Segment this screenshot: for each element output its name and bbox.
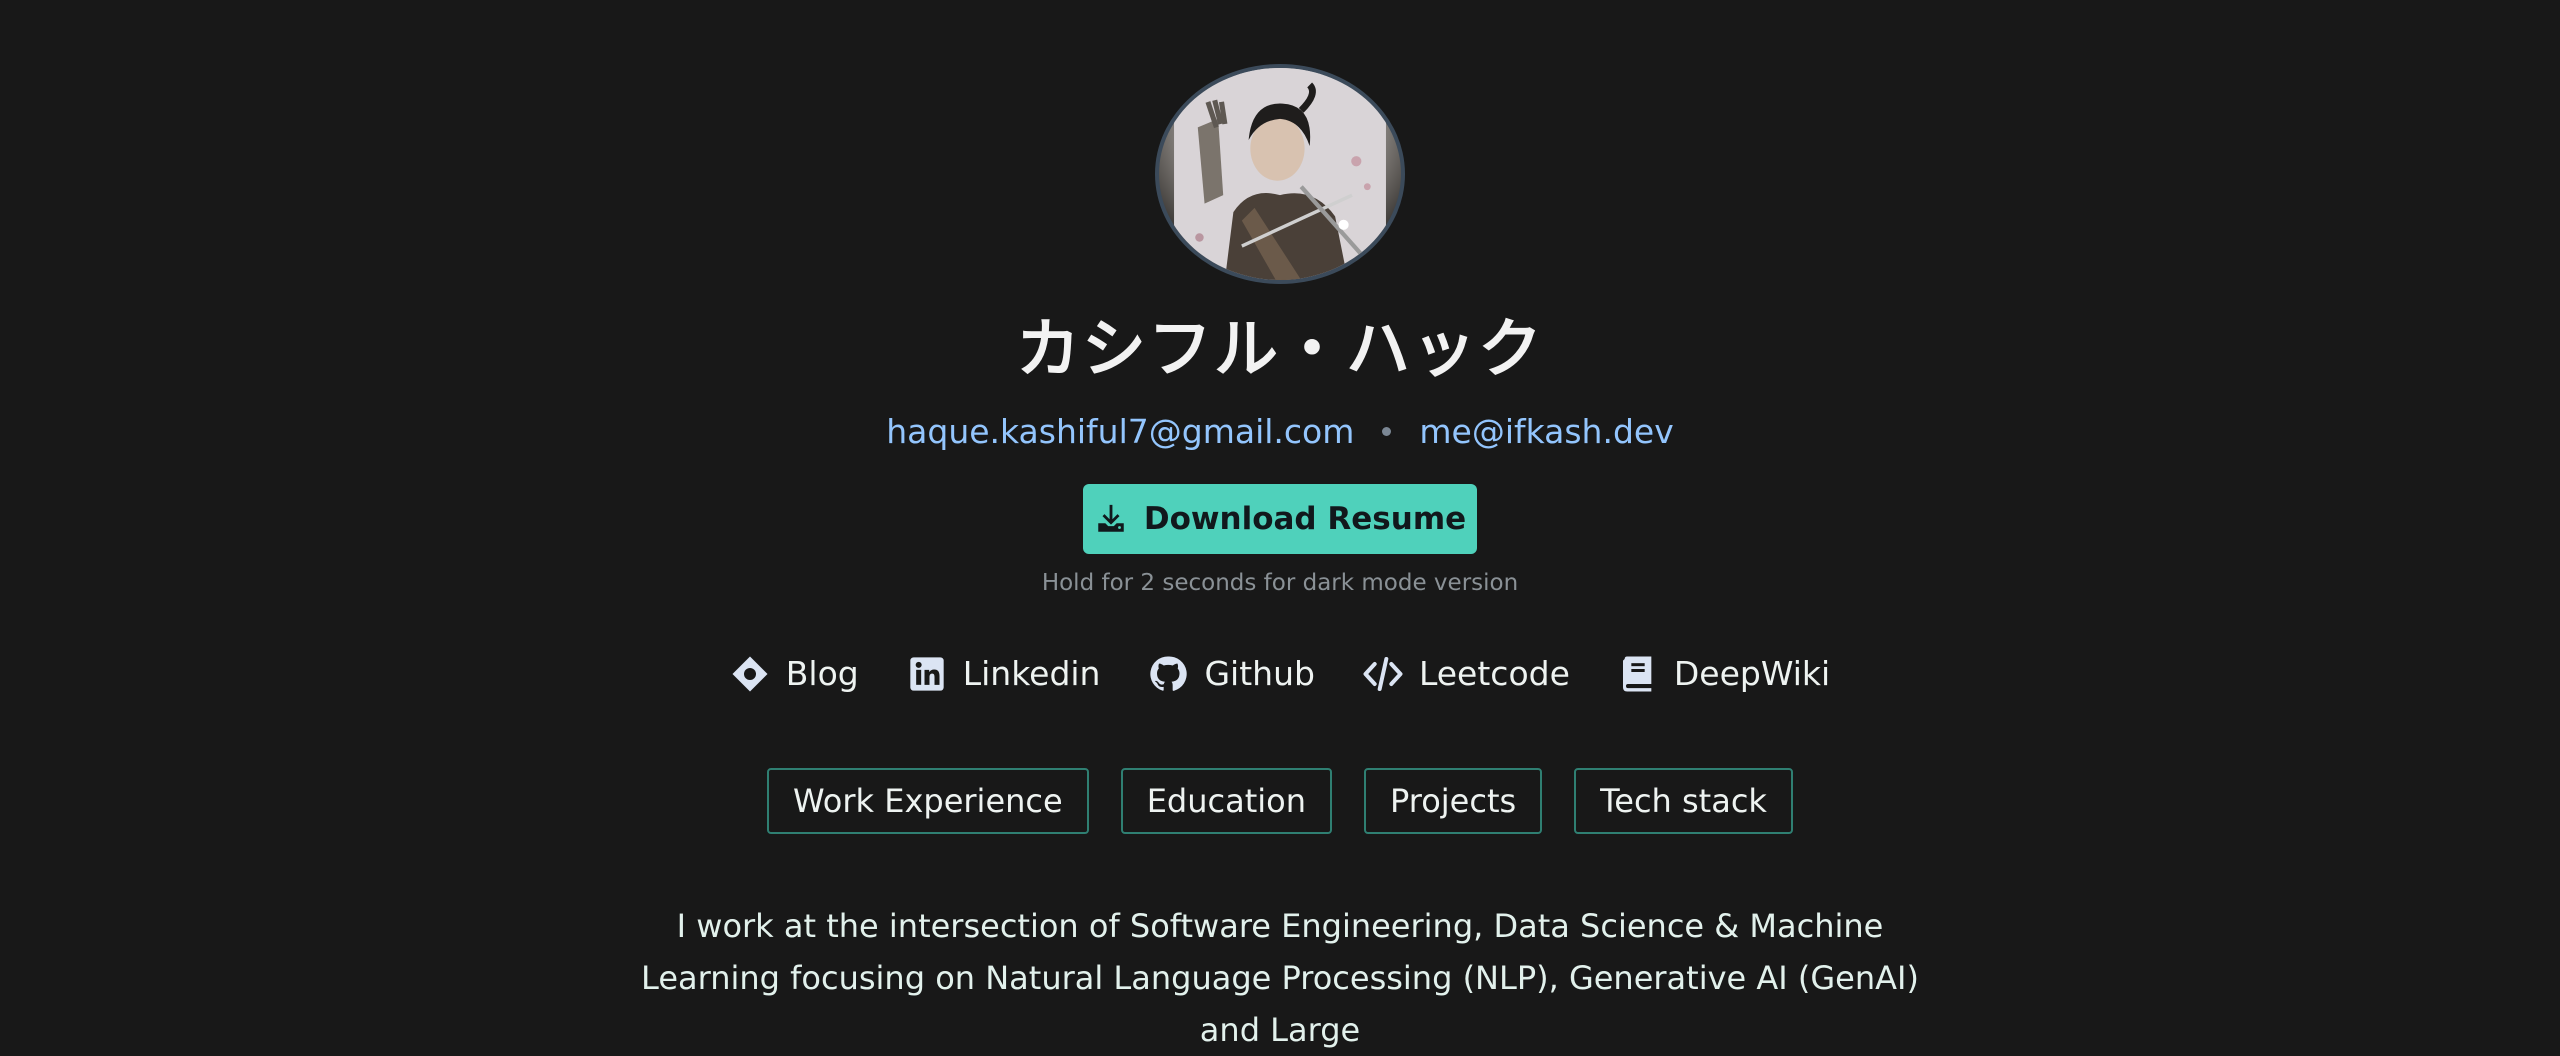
github-icon <box>1150 656 1188 691</box>
download-hint: Hold for 2 seconds for dark mode version <box>1041 570 1519 596</box>
profile-name: カシフル・ハック <box>1016 312 1544 387</box>
link-label: Leetcode <box>1418 654 1570 693</box>
avatar-illustration <box>1174 68 1386 280</box>
hashnode-icon <box>732 656 768 692</box>
download-resume-button[interactable]: Download Resume <box>1083 483 1477 554</box>
link-github[interactable]: Github <box>1148 652 1315 696</box>
social-links: Blog Linkedin Github Leetcode DeepWiki <box>706 652 1854 696</box>
email-secondary-link[interactable]: me@ifkash.dev <box>1419 410 1673 454</box>
link-label: Linkedin <box>962 654 1101 693</box>
bio-text: I work at the intersection of Software E… <box>641 907 1919 1049</box>
link-linkedin[interactable]: Linkedin <box>907 652 1101 696</box>
email-row: haque.kashiful7@gmail.com me@ifkash.dev <box>886 410 1674 454</box>
separator-dot <box>1382 427 1392 437</box>
link-label: DeepWiki <box>1673 654 1831 693</box>
tab-projects[interactable]: Projects <box>1364 768 1543 834</box>
link-blog[interactable]: Blog <box>730 652 859 696</box>
avatar <box>1155 64 1405 284</box>
link-label: Github <box>1204 654 1315 693</box>
book-icon <box>1622 656 1652 692</box>
tab-tech-stack[interactable]: Tech stack <box>1574 768 1793 834</box>
download-icon <box>1098 504 1124 532</box>
tab-work-experience[interactable]: Work Experience <box>767 768 1089 834</box>
download-resume-label: Download Resume <box>1143 500 1467 537</box>
tab-education[interactable]: Education <box>1120 768 1332 834</box>
link-leetcode[interactable]: Leetcode <box>1363 652 1570 696</box>
email-primary-link[interactable]: haque.kashiful7@gmail.com <box>886 410 1354 454</box>
link-label: Blog <box>785 654 859 693</box>
link-deepwiki[interactable]: DeepWiki <box>1618 652 1830 696</box>
section-tabs: Work Experience Education Projects Tech … <box>751 768 1809 834</box>
profile-page: カシフル・ハック haque.kashiful7@gmail.com me@if… <box>0 0 2560 1056</box>
linkedin-icon <box>910 657 944 691</box>
code-icon <box>1363 657 1403 691</box>
